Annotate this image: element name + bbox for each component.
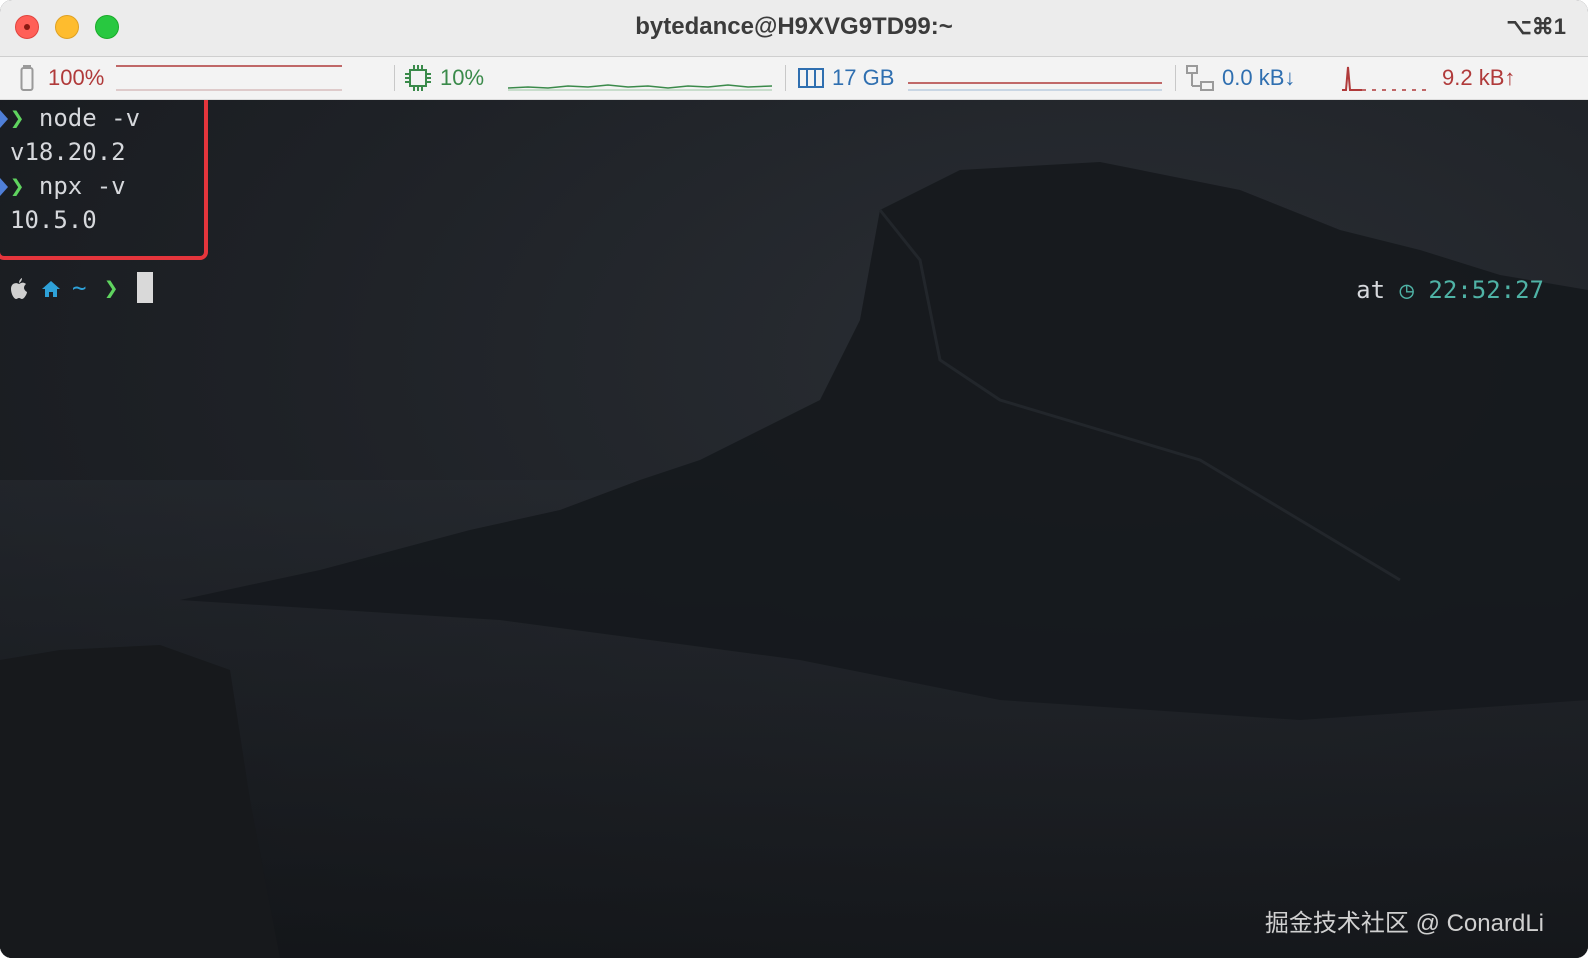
status-separator [394,65,395,91]
output-text: 10.5.0 [10,206,97,234]
background-image [0,162,1588,958]
command-text: npx -v [38,172,126,200]
status-separator [785,65,786,91]
terminal-line: v18.20.2 [10,138,126,166]
title-bar[interactable]: bytedance@H9XVG9TD99:~ ⌥⌘1 [0,0,1588,57]
clock-icon: ◷ [1399,276,1414,304]
battery-icon [20,65,34,91]
terminal-line: ❯ node -v [10,104,140,132]
command-text: node -v [38,104,141,132]
watermark: 掘金技术社区 @ ConardLi [1264,910,1544,937]
prompt-arrow: ❯ [10,172,25,200]
right-prompt: at ◷ 22:52:27 [1356,276,1544,304]
memory-sparkline [908,82,1162,91]
output-text: v18.20.2 [10,138,126,166]
prompt-arrow: ❯ [10,104,25,132]
apple-icon [11,278,27,299]
window-shortcut: ⌥⌘1 [1506,14,1566,39]
terminal-line: ❯ npx -v [10,172,126,200]
window-title: bytedance@H9XVG9TD99:~ [635,13,953,40]
battery-label: 100% [48,65,105,90]
rprompt-at: at [1356,276,1386,304]
terminal-window: bytedance@H9XVG9TD99:~ ⌥⌘1 100% 10% 17 G… [0,0,1588,958]
network-icon [1186,65,1214,91]
terminal-cursor[interactable] [137,272,153,303]
memory-icon [798,68,824,88]
cpu-label: 10% [440,65,485,90]
cpu-sparkline [508,84,773,91]
status-separator [1175,65,1176,91]
home-icon [42,281,60,297]
network-up-label: 9.2 kB↑ [1442,65,1516,90]
prompt-directory: ~ [72,274,87,302]
prompt-arrow: ❯ [104,274,119,302]
status-bar: 100% 10% 17 GB 0.0 kB↓ 9.2 kB↑ [0,57,1588,100]
terminal-body[interactable]: ❯ node -v v18.20.2 ❯ npx -v 10.5.0 ~ ❯ a… [0,100,1588,958]
battery-sparkline [116,65,342,91]
network-sparkline [1342,66,1432,91]
memory-label: 17 GB [832,65,895,90]
terminal-line: 10.5.0 [10,206,97,234]
rprompt-time: 22:52:27 [1428,276,1544,304]
network-down-label: 0.0 kB↓ [1222,65,1296,90]
cpu-icon [405,65,431,91]
